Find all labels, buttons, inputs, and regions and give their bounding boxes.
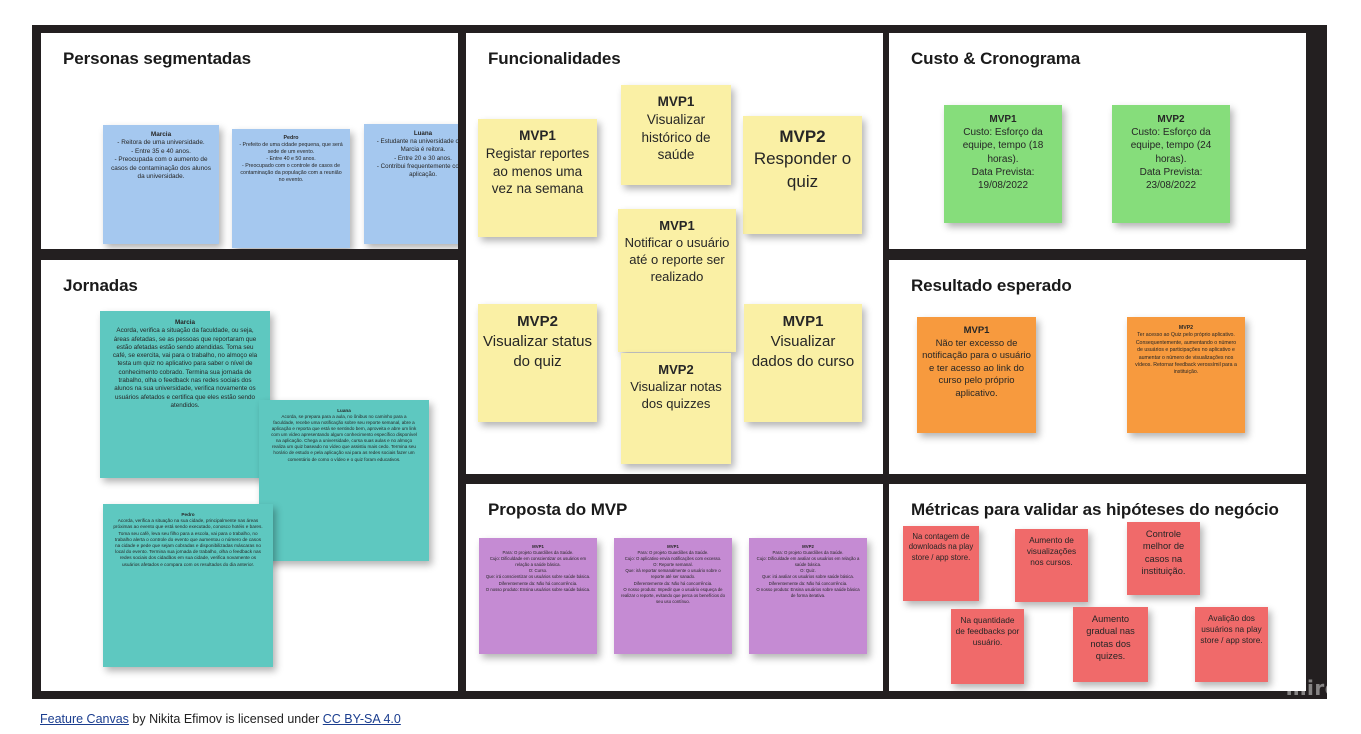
note-body: Visualizar histórico de saúde [641,111,711,163]
note-header: MVP1 [657,94,695,109]
note-body: Ter acesso ao Quiz pelo próprio aplicati… [1135,332,1237,376]
note-body: Registar reportes ao menos uma vez na se… [485,145,590,197]
note-header: MVP1 [782,313,824,330]
panel-personas: Personas segmentadas Marcia - Reitora de… [41,33,458,249]
note-header: MVP2 [658,362,694,377]
note-metrica-visualizacoes[interactable]: Aumento de visualizações nos cursos. [1015,529,1088,602]
miro-watermark-logo: miro [1285,676,1339,700]
note-func-notificar-usuario[interactable]: MVP1 Notificar o usuário até o reporte s… [618,209,736,352]
note-body: Para: O projeto Guardiões da Saúde. Cujo… [485,550,591,592]
note-proposta-mvp2-quiz[interactable]: MVP2 Para: O projeto Guardiões da Saúde.… [749,538,867,654]
panel-proposta-mvp: Proposta do MVP MVP1 Para: O projeto Gua… [466,484,883,691]
note-body: Não ter excesso de notificação para o us… [922,337,1031,399]
note-persona-marcia[interactable]: Marcia - Reitora de uma universidade. - … [103,125,219,244]
note-body: Acorda, verifica a situação na sua cidad… [113,518,263,567]
note-metrica-controle-casos[interactable]: Controle melhor de casos na instituição. [1127,522,1200,595]
note-body: Acorda, se prepara para a aula, no ônibu… [271,414,417,462]
panel-jornadas: Jornadas Marcia Acorda, verifica a situa… [41,260,458,691]
note-header: MVP1 [963,325,990,336]
page-title-personas: Personas segmentadas [63,49,251,68]
note-body: Aumento gradual nas notas dos quizes. [1086,614,1135,661]
note-header: MVP2 [1178,325,1194,331]
note-header: MVP2 [1157,114,1185,125]
note-jornada-pedro[interactable]: Pedro Acorda, verifica a situação na sua… [103,504,273,667]
note-body: Controle melhor de casos na instituição. [1141,529,1186,576]
page-title-funcionalidades: Funcionalidades [488,49,621,68]
note-body: - Estudante na universidade onde Marcia … [376,138,458,178]
note-metrica-feedbacks[interactable]: Na quantidade de feedbacks por usuário. [951,609,1024,684]
note-jornada-marcia[interactable]: Marcia Acorda, verifica a situação da fa… [100,311,270,478]
note-body: Visualizar status do quiz [483,332,592,370]
note-body: Visualizar dados do curso [751,332,855,370]
note-func-responder-quiz[interactable]: MVP2 Responder o quiz [743,116,862,234]
page-title-jornadas: Jornadas [63,276,138,295]
note-persona-luana[interactable]: Luana - Estudante na universidade onde M… [364,124,458,244]
note-body: Na contagem de downloads na play store /… [908,532,974,562]
panel-funcionalidades: Funcionalidades MVP1 Registar reportes a… [466,33,883,474]
note-func-historico-saude[interactable]: MVP1 Visualizar histórico de saúde [621,85,731,185]
panel-custo-cronograma: Custo & Cronograma MVP1 Custo: Esforço d… [889,33,1306,249]
note-func-notas-quizzes[interactable]: MVP2 Visualizar notas dos quizzes [621,353,731,464]
note-header: MVP1 [989,114,1017,125]
note-header: Pedro [283,135,299,141]
note-persona-pedro[interactable]: Pedro - Prefeito de uma cidade pequena, … [232,129,350,248]
note-header: Luana [413,130,433,137]
note-body: Responder o quiz [753,149,852,191]
note-header: MVP2 [517,313,558,330]
panel-metricas: Métricas para validar as hipóteses do ne… [889,484,1306,691]
note-body: Custo: Esforço da equipe, tempo (18 hora… [962,127,1044,191]
note-body: - Reitora de uma universidade. - Entre 3… [111,139,211,181]
page-title-metricas: Métricas para validar as hipóteses do ne… [911,500,1279,519]
note-proposta-mvp1-curso[interactable]: MVP1 Para: O projeto Guardiões da Saúde.… [479,538,597,654]
note-custo-mvp2[interactable]: MVP2 Custo: Esforço da equipe, tempo (24… [1112,105,1230,223]
feature-canvas-board: Personas segmentadas Marcia - Reitora de… [0,0,1361,734]
note-metrica-avaliacao-usuarios[interactable]: Avalição dos usuários na play store / ap… [1195,607,1268,682]
page-title-resultado: Resultado esperado [911,276,1072,295]
note-body: Custo: Esforço da equipe, tempo (24 hora… [1130,127,1212,191]
note-body: Na quantidade de feedbacks por usuário. [955,615,1020,647]
note-header: Marcia [150,131,172,138]
note-body: - Prefeito de uma cidade pequena, que se… [239,141,343,183]
page-title-custo: Custo & Cronograma [911,49,1081,68]
note-func-status-quiz[interactable]: MVP2 Visualizar status do quiz [478,304,597,422]
note-body: Acorda, verifica a situação da faculdade… [112,327,258,409]
note-resultado-mvp2[interactable]: MVP2 Ter acesso ao Quiz pelo próprio apl… [1127,317,1245,433]
note-body: Avalição dos usuários na play store / ap… [1200,613,1263,645]
cc-license-link[interactable]: CC BY-SA 4.0 [323,712,401,726]
note-jornada-luana[interactable]: Luana Acorda, se prepara para a aula, no… [259,400,429,561]
note-resultado-mvp1[interactable]: MVP1 Não ter excesso de notificação para… [917,317,1036,433]
note-metrica-notas-quizes[interactable]: Aumento gradual nas notas dos quizes. [1073,607,1148,682]
panel-resultado-esperado: Resultado esperado MVP1 Não ter excesso … [889,260,1306,474]
note-body: Para: O projeto Guardiões da Saúde. Cujo… [756,550,860,598]
note-header: MVP1 [659,218,695,233]
note-body: Aumento de visualizações nos cursos. [1026,535,1077,567]
note-body: Notificar o usuário até o reporte ser re… [624,235,730,285]
license-text: by Nikita Efimov is licensed under [128,712,323,726]
page-title-proposta: Proposta do MVP [488,500,628,519]
note-proposta-mvp1-reporte[interactable]: MVP1 Para: O projeto Guardiões da Saúde.… [614,538,732,654]
note-header: MVP1 [519,128,556,143]
note-func-registar-reportes[interactable]: MVP1 Registar reportes ao menos uma vez … [478,119,597,237]
note-metrica-downloads[interactable]: Na contagem de downloads na play store /… [903,526,979,601]
note-header: MVP2 [779,127,826,146]
license-footer: Feature Canvas by Nikita Efimov is licen… [40,712,401,726]
note-body: Para: O projeto Guardiões da Saúde. Cujo… [621,550,725,604]
note-func-dados-curso[interactable]: MVP1 Visualizar dados do curso [744,304,862,422]
note-header: Marcia [175,319,195,326]
note-custo-mvp1[interactable]: MVP1 Custo: Esforço da equipe, tempo (18… [944,105,1062,223]
note-body: Visualizar notas dos quizzes [630,379,722,412]
feature-canvas-link[interactable]: Feature Canvas [40,712,129,726]
